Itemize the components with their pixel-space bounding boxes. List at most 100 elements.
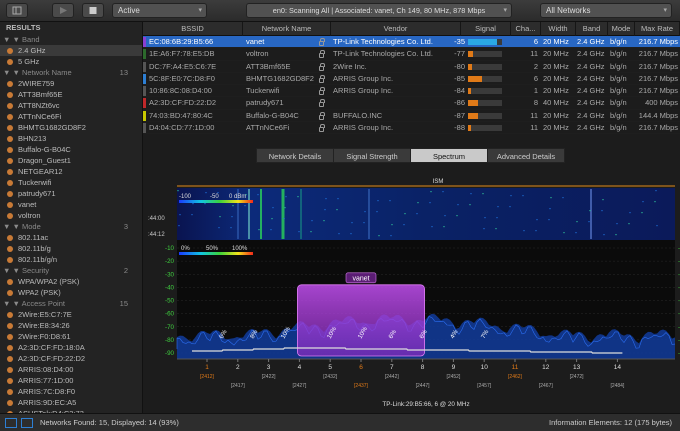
sidebar-item-label: A2:3D:CF:FD:22:D2 <box>18 354 86 363</box>
sidebar-section-header[interactable]: ▼ ▼ Access Point 15 <box>0 298 142 309</box>
sidebar-item[interactable]: vanet <box>0 199 142 210</box>
sidebar-section-label: Access Point <box>21 299 65 308</box>
table-row[interactable]: 1E:A6:F7:78:E5:DB voltron TP-Link Technolo… <box>143 48 680 61</box>
table-row[interactable]: A2:3D:CF:FD:22:D2 patrudy671 -86 8 40 MHz 2.4… <box>143 97 680 110</box>
sidebar-item[interactable]: ARRIS:9D:EC:A5 <box>0 397 142 408</box>
filter-dot-icon <box>7 191 13 197</box>
disclosure-triangle-icon[interactable]: ▼ ▼ <box>3 266 22 275</box>
waterfall-speck <box>457 204 459 206</box>
sidebar-item[interactable]: BHN213 <box>0 133 142 144</box>
sidebar-item[interactable]: A2:3D:CF:FD:22:D2 <box>0 353 142 364</box>
sidebar-item[interactable]: ARRIS:7C:D8:F0 <box>0 386 142 397</box>
time-label-2: :44:12 <box>148 232 165 238</box>
vendor-cell: TP-Link Technologies Co. Ltd. <box>333 37 433 46</box>
network-filter-select[interactable]: All Networks ▾ <box>540 3 672 18</box>
column-header-signal[interactable]: Signal <box>461 22 511 36</box>
waterfall-speck <box>509 206 511 208</box>
sidebar-item[interactable]: A2:3D:CF:FD:18:0A <box>0 342 142 353</box>
column-header-width[interactable]: Width <box>541 22 576 36</box>
table-row[interactable]: 10:86:8C:08:D4:00 Tuckerwifi ARRIS Group I… <box>143 85 680 98</box>
column-header-vendor[interactable]: Vendor <box>331 22 461 36</box>
sidebar-item[interactable]: Buffalo-G-B04C <box>0 144 142 155</box>
sidebar-item[interactable]: 2Wire:E5:C7:7E <box>0 309 142 320</box>
sidebar-item[interactable]: 2Wire:F0:D8:61 <box>0 331 142 342</box>
filter-dot-icon <box>7 279 13 285</box>
width-cell: 20 MHz <box>543 123 569 133</box>
sidebar-item[interactable]: 2.4 GHz <box>0 45 142 56</box>
sidebar-item[interactable]: 2Wire:E8:34:26 <box>0 320 142 331</box>
waterfall-speck <box>324 209 326 211</box>
sidebar-item[interactable]: BHMTG1682GD8F2 <box>0 122 142 133</box>
sidebar-item-label: 2WIRE759 <box>18 79 55 88</box>
sidebar-item[interactable]: 5 GHz <box>0 56 142 67</box>
disclosure-triangle-icon[interactable]: ▼ ▼ <box>3 222 22 231</box>
width-cell: 20 MHz <box>543 49 569 59</box>
sidebar-item[interactable]: ATTnNCe6Fi <box>0 111 142 122</box>
channel-label: 14 <box>614 364 622 371</box>
table-row[interactable]: D4:04:CD:77:1D:00 ATTnNCe6Fi ARRIS Group I… <box>143 122 680 135</box>
sidebar-item[interactable]: 802.11b/g <box>0 243 142 254</box>
table-row[interactable]: 5C:8F:E0:7C:D8:F0 BHMTG1682GD8F2 ARRIS Gro… <box>143 73 680 86</box>
sidebar-item[interactable]: 2WIRE759 <box>0 78 142 89</box>
column-header-channel[interactable]: Cha... <box>511 22 541 36</box>
sidebar-toggle-button[interactable] <box>6 3 28 18</box>
column-header-max-rate[interactable]: Max Rate <box>635 22 680 36</box>
filter-select[interactable]: Active ▾ <box>112 3 207 18</box>
grid-icon <box>12 6 22 15</box>
sidebar-item[interactable]: Tuckerwifi <box>0 177 142 188</box>
waterfall-speck <box>616 223 618 225</box>
sidebar-item[interactable]: WPA2 (PSK) <box>0 287 142 298</box>
disclosure-triangle-icon[interactable]: ▼ ▼ <box>3 299 22 308</box>
table-row[interactable]: 74:03:BD:47:80:4C Buffalo-G-B04C BUFFALO.I… <box>143 110 680 123</box>
sidebar-section-header[interactable]: ▼ ▼ Mode 3 <box>0 221 142 232</box>
table-row[interactable]: EC:08:6B:29:B5:66 vanet TP-Link Technologi… <box>143 36 680 49</box>
sidebar-icon[interactable] <box>5 418 17 428</box>
channel-label: 4 <box>298 364 302 371</box>
sidebar-item[interactable]: patrudy671 <box>0 188 142 199</box>
tab-network-details[interactable]: Network Details <box>256 148 334 163</box>
tab-signal-strength[interactable]: Signal Strength <box>333 148 411 163</box>
spectrum-graph[interactable]: ISM -100 -50 0 dBm :44:00 :44:12 -10-10-… <box>143 176 680 413</box>
tab-spectrum[interactable]: Spectrum <box>410 148 488 163</box>
waterfall-speck <box>430 191 432 193</box>
sidebar-item[interactable]: 802.11ac <box>0 232 142 243</box>
sidebar-item[interactable]: ATT3Bmf65E <box>0 89 142 100</box>
waterfall-speck <box>497 206 499 208</box>
channel-frequency-label: [2442] <box>385 374 400 380</box>
vendor-cell: 2Wire Inc. <box>333 61 367 71</box>
vendor-cell: TP-Link Technologies Co. Ltd. <box>333 49 433 59</box>
sidebar-item[interactable]: WPA/WPA2 (PSK) <box>0 276 142 287</box>
sidebar-item-label: Dragon_Guest1 <box>18 156 71 165</box>
disclosure-triangle-icon[interactable]: ▼ ▼ <box>3 35 22 44</box>
tab-advanced-details[interactable]: Advanced Details <box>487 148 565 163</box>
sidebar-item[interactable]: NETGEAR12 <box>0 166 142 177</box>
play-button[interactable] <box>52 3 74 18</box>
scan-status-field[interactable]: en0: Scanning All | Associated: vanet, C… <box>246 3 512 18</box>
sidebar-item[interactable]: Dragon_Guest1 <box>0 155 142 166</box>
chevron-down-icon: ▾ <box>663 7 667 14</box>
sidebar-item[interactable]: ARRIS:08:D4:00 <box>0 364 142 375</box>
sidebar-section-header[interactable]: ▼ ▼ Security 2 <box>0 265 142 276</box>
sidebar-item-label: NETGEAR12 <box>18 167 63 176</box>
stop-button[interactable] <box>82 3 104 18</box>
networks-table: BSSID Network Name Vendor Signal Cha... … <box>143 22 680 135</box>
waterfall-speck <box>232 205 234 207</box>
sidebar-section-header[interactable]: ▼ ▼ Network Name 13 <box>0 67 142 78</box>
signal-cell: -86 <box>454 98 465 108</box>
max-rate-cell: 400 Mbps <box>645 98 678 108</box>
sidebar-item[interactable]: voltron <box>0 210 142 221</box>
table-row[interactable]: DC:7F:A4:E5:C6:7E ATT3Bmf65E 2Wire Inc. -80… <box>143 61 680 73</box>
selected-network-highlight <box>296 284 425 357</box>
sidebar-section-header[interactable]: ▼ ▼ Band <box>0 34 142 45</box>
column-header-band[interactable]: Band <box>576 22 608 36</box>
column-header-bssid[interactable]: BSSID <box>143 22 243 36</box>
row-color-marker <box>143 98 146 109</box>
channel-cell: 1 <box>533 86 538 96</box>
columns-icon[interactable] <box>21 418 33 428</box>
sidebar-item[interactable]: ATT8NZt6vc <box>0 100 142 111</box>
column-header-network-name[interactable]: Network Name <box>243 22 331 36</box>
disclosure-triangle-icon[interactable]: ▼ ▼ <box>3 68 22 77</box>
sidebar-item[interactable]: 802.11b/g/n <box>0 254 142 265</box>
column-header-mode[interactable]: Mode <box>608 22 635 36</box>
sidebar-item[interactable]: ARRIS:77:1D:00 <box>0 375 142 386</box>
